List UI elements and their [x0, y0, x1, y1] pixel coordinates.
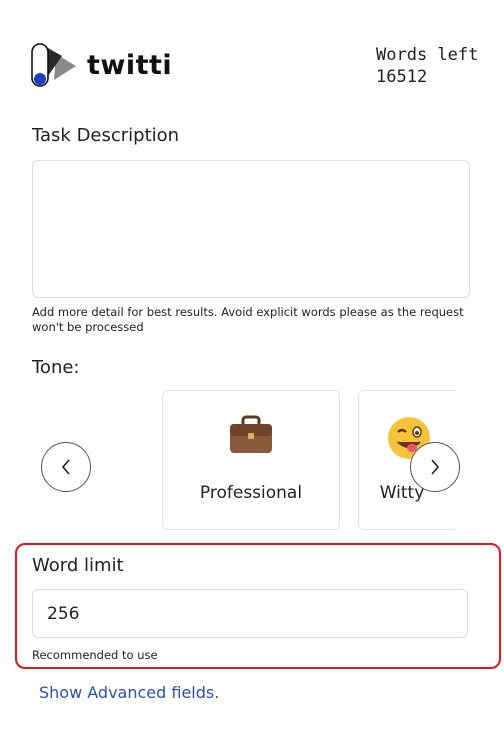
task-description-help: Add more detail for best results. Avoid …	[32, 305, 464, 334]
brand-name: twitti	[87, 50, 173, 81]
carousel-prev-button[interactable]	[41, 442, 91, 492]
task-description-input[interactable]	[32, 160, 470, 298]
logo	[30, 42, 80, 90]
words-left: Words left 16512	[376, 44, 478, 88]
show-advanced-fields-link[interactable]: Show Advanced fields.	[39, 683, 219, 702]
words-left-label: Words left	[376, 45, 479, 65]
word-limit-input[interactable]: 256	[32, 589, 468, 638]
briefcase-icon	[163, 415, 339, 464]
tone-card-professional[interactable]: Professional	[162, 390, 340, 530]
task-description-label: Task Description	[32, 125, 180, 146]
tone-card-label: Professional	[199, 483, 303, 503]
chevron-right-icon	[431, 459, 440, 475]
chevron-left-icon	[61, 459, 70, 475]
words-left-value: 16512	[376, 67, 428, 87]
word-limit-label: Word limit	[32, 555, 124, 576]
carousel-next-button[interactable]	[410, 442, 460, 492]
word-limit-help: Recommended to use	[32, 648, 158, 662]
tone-label: Tone:	[32, 357, 80, 378]
